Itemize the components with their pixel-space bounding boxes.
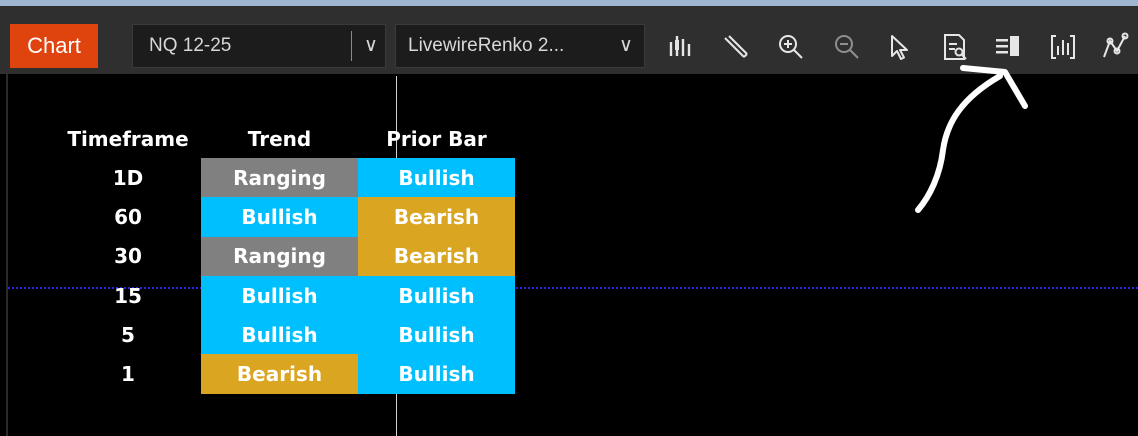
hand-drawn-arrow-annotation (915, 65, 1028, 213)
